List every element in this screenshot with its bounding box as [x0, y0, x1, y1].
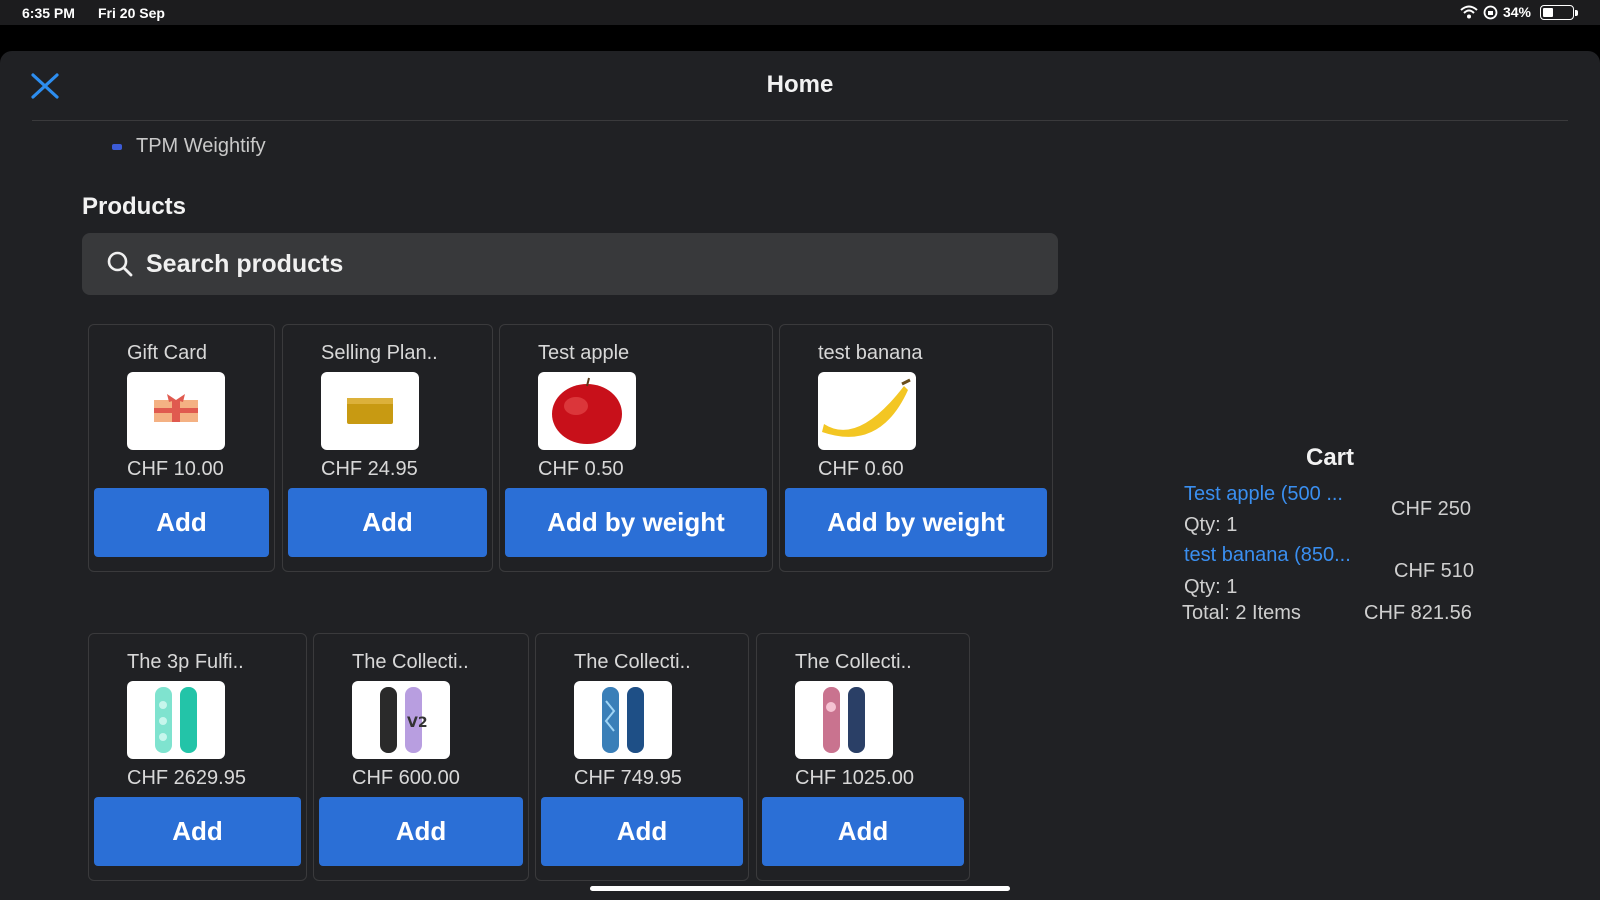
soap-bar-image: [321, 372, 419, 450]
search-bar[interactable]: [82, 233, 1058, 295]
product-price: CHF 10.00: [127, 458, 224, 480]
product-title: The Collecti..: [795, 651, 912, 673]
products-heading: Products: [82, 193, 187, 220]
status-date: Fri 20 Sep: [98, 5, 165, 21]
app-name: TPM Weightify: [136, 135, 266, 157]
product-title: The Collecti..: [574, 651, 691, 673]
battery-level: [1543, 7, 1553, 17]
battery-percentage: 34%: [1502, 4, 1531, 20]
product-card: The Collecti.. V2 CHF 600.00 Add: [313, 633, 529, 881]
snowboard-blue-image: [574, 681, 672, 759]
orientation-lock-icon: [1483, 5, 1498, 19]
cart-total-price: CHF 821.56: [1364, 602, 1472, 624]
gift-card-image: [127, 372, 225, 450]
product-title: The 3p Fulfi..: [127, 651, 244, 673]
add-button[interactable]: Add: [94, 488, 269, 557]
status-time: 6:35 PM: [22, 5, 75, 21]
status-bar: 6:35 PM Fri 20 Sep 34%: [0, 0, 1600, 25]
product-card: Selling Plan.. CHF 24.95 Add: [282, 324, 493, 572]
product-card: Test apple CHF 0.50 Add by weight: [499, 324, 773, 572]
snowboard-pink-image: [795, 681, 893, 759]
product-title: test banana: [818, 342, 923, 364]
cart-item-qty: Qty: 1: [1184, 514, 1238, 536]
cart-item-name[interactable]: test banana (850...: [1184, 544, 1351, 567]
gift-box-icon: [154, 394, 198, 422]
add-button[interactable]: Add: [762, 797, 964, 866]
product-title: Test apple: [538, 342, 630, 364]
add-button[interactable]: Add: [288, 488, 487, 557]
cart-total-label: Total: 2 Items: [1182, 602, 1301, 624]
product-price: CHF 0.50: [538, 458, 624, 480]
product-price: CHF 1025.00: [795, 767, 914, 789]
status-indicators: 34%: [1460, 4, 1578, 20]
search-input[interactable]: [146, 249, 946, 279]
add-button[interactable]: Add: [319, 797, 523, 866]
apple-icon: [552, 377, 622, 444]
snowboard-icon: [602, 687, 644, 753]
product-title: The Collecti..: [352, 651, 469, 673]
cart-item-price: CHF 250: [1391, 498, 1472, 520]
page-title: Home: [766, 71, 834, 98]
product-price: CHF 24.95: [321, 458, 418, 480]
apple-image: [538, 372, 636, 450]
snowboard-icon: V2: [380, 687, 428, 753]
banana-icon: [822, 378, 911, 437]
product-title: Selling Plan..: [321, 342, 438, 364]
add-button[interactable]: Add: [94, 797, 301, 866]
snowboard-icon: [823, 687, 865, 753]
product-card: Gift Card CHF 10.00 Add: [88, 324, 275, 572]
banana-image: [818, 372, 916, 450]
snowboard-purple-image: V2: [352, 681, 450, 759]
product-card: test banana CHF 0.60 Add by weight: [779, 324, 1053, 572]
product-card: The 3p Fulfi.. CHF 2629.95 Add: [88, 633, 307, 881]
add-by-weight-button[interactable]: Add by weight: [785, 488, 1047, 557]
cart-heading: Cart: [1306, 444, 1355, 471]
soap-bar-icon: [347, 398, 393, 424]
search-icon: [107, 251, 133, 277]
wifi-icon: [1460, 5, 1478, 19]
svg-text:V2: V2: [407, 715, 428, 731]
product-title: Gift Card: [127, 342, 208, 364]
app-logo-icon: [112, 143, 122, 150]
add-by-weight-button[interactable]: Add by weight: [505, 488, 767, 557]
product-price: CHF 600.00: [352, 767, 460, 789]
home-sheet: Home TPM Weightify Products Gift Card CH…: [0, 51, 1600, 900]
snowboard-icon: [155, 687, 197, 753]
cart-item-qty: Qty: 1: [1184, 576, 1238, 598]
product-card: The Collecti.. CHF 749.95 Add: [535, 633, 749, 881]
product-price: CHF 2629.95: [127, 767, 246, 789]
home-indicator[interactable]: [590, 886, 1010, 891]
cart-item-name[interactable]: Test apple (500 ...: [1184, 483, 1343, 506]
product-price: CHF 0.60: [818, 458, 904, 480]
add-button[interactable]: Add: [541, 797, 743, 866]
product-card: The Collecti.. CHF 1025.00 Add: [756, 633, 970, 881]
snowboard-teal-image: [127, 681, 225, 759]
header-divider: [32, 120, 1568, 121]
product-price: CHF 749.95: [574, 767, 682, 789]
app-label: TPM Weightify: [112, 135, 266, 158]
battery-icon: [1540, 4, 1578, 20]
cart-item-price: CHF 510: [1394, 560, 1475, 582]
